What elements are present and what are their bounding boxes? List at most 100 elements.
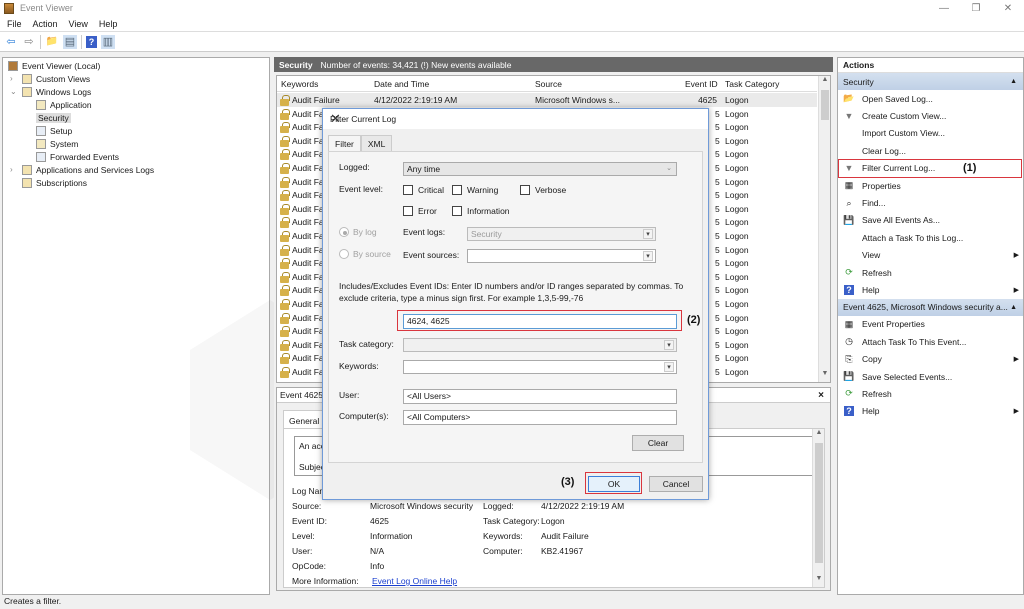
cell-event-id: 5 <box>715 285 720 296</box>
action-event-properties[interactable]: ▦ Event Properties <box>838 316 1023 333</box>
collapse-arrow-icon[interactable]: ▲ <box>1010 304 1017 311</box>
column-keywords[interactable]: Keywords <box>281 79 318 89</box>
tree-root-event-viewer[interactable]: Event Viewer (Local) <box>8 59 100 72</box>
action-help[interactable]: ? Help ▶ <box>838 281 1023 298</box>
tree-item-setup[interactable]: Setup <box>36 124 72 137</box>
tab-general[interactable]: General <box>283 410 323 428</box>
action-save-selected-events[interactable]: 💾 Save Selected Events... <box>838 368 1023 385</box>
menu-action[interactable]: Action <box>33 19 58 29</box>
action-attach-task-to-this-event[interactable]: ◷ Attach Task To This Event... <box>838 333 1023 350</box>
scroll-down-icon[interactable]: ▼ <box>819 370 830 382</box>
error-checkbox[interactable]: Error <box>403 206 437 216</box>
action-refresh[interactable]: ⟳ Refresh <box>838 264 1023 281</box>
scroll-thumb[interactable] <box>821 90 829 120</box>
radio-button[interactable] <box>339 227 349 237</box>
menu-view[interactable]: View <box>69 19 88 29</box>
critical-checkbox[interactable]: Critical <box>403 185 444 195</box>
annotation-highlight-event-ids <box>397 310 682 331</box>
tree-item-security[interactable]: Security <box>36 111 71 124</box>
information-checkbox[interactable]: Information <box>452 206 510 216</box>
table-row[interactable]: Audit Failure 4/12/2022 2:19:19 AM Microso… <box>277 93 817 107</box>
cell-task-category: Logon <box>725 285 749 296</box>
cancel-button[interactable]: Cancel <box>649 476 703 492</box>
checkbox-box[interactable] <box>452 185 462 195</box>
back-icon[interactable]: ⇦ <box>4 35 18 49</box>
grid-scrollbar[interactable]: ▲ ▼ <box>818 76 830 382</box>
action-help[interactable]: ? Help ▶ <box>838 403 1023 420</box>
tree-item-application[interactable]: Application <box>36 98 92 111</box>
collapse-arrow-icon[interactable]: ▲ <box>1010 78 1017 85</box>
checkbox-box[interactable] <box>520 185 530 195</box>
up-folder-icon[interactable]: 📁 <box>45 35 59 49</box>
close-button[interactable]: ✕ <box>992 0 1024 16</box>
action-label: Properties <box>862 180 901 191</box>
clear-button[interactable]: Clear <box>632 435 684 451</box>
column-source[interactable]: Source <box>535 79 562 89</box>
audit-lock-icon <box>280 135 290 147</box>
expand-chevron-icon[interactable]: › <box>10 165 13 174</box>
close-detail-icon[interactable]: × <box>818 390 824 401</box>
tree-item-system[interactable]: System <box>36 137 78 150</box>
action-open-saved-log[interactable]: 📂 Open Saved Log... <box>838 90 1023 107</box>
by-source-radio[interactable]: By source <box>339 249 391 259</box>
event-sources-dropdown[interactable]: ▾ <box>467 249 656 263</box>
logged-dropdown[interactable]: Any time ⌄ <box>403 162 677 176</box>
column-event-id[interactable]: Event ID <box>685 79 718 89</box>
actions-section-security[interactable]: Security ▲ <box>838 73 1023 90</box>
tab-filter[interactable]: Filter <box>328 135 361 151</box>
task-category-dropdown[interactable]: ▾ <box>403 338 677 352</box>
collapse-chevron-icon[interactable]: ⌄ <box>10 87 17 96</box>
forward-icon[interactable]: ⇨ <box>22 35 36 49</box>
action-properties[interactable]: ▦ Properties <box>838 177 1023 194</box>
action-import-custom-view[interactable]: Import Custom View... <box>838 125 1023 142</box>
checkbox-box[interactable] <box>403 185 413 195</box>
tree-item-applications-services-logs[interactable]: › Applications and Services Logs <box>10 163 154 176</box>
audit-lock-icon <box>280 244 290 256</box>
minimize-button[interactable]: — <box>928 0 960 16</box>
dialog-close-icon[interactable]: ✕ <box>330 111 702 127</box>
menu-help[interactable]: Help <box>99 19 118 29</box>
tab-xml[interactable]: XML <box>360 135 393 151</box>
action-find[interactable]: ⌕ Find... <box>838 194 1023 211</box>
action-label: Attach a Task To this Log... <box>862 232 964 243</box>
radio-button[interactable] <box>339 249 349 259</box>
menu-file[interactable]: File <box>7 19 22 29</box>
action-refresh[interactable]: ⟳ Refresh <box>838 385 1023 402</box>
verbose-checkbox[interactable]: Verbose <box>520 185 566 195</box>
tree-item-subscriptions[interactable]: Subscriptions <box>22 176 87 189</box>
security-actions-list: 📂 Open Saved Log... ▼ Create Custom View...… <box>838 90 1023 299</box>
scroll-up-icon[interactable]: ▲ <box>813 429 825 441</box>
actions-section-event[interactable]: Event 4625, Microsoft Windows security a… <box>838 298 1023 316</box>
checkbox-box[interactable] <box>452 206 462 216</box>
checkbox-box[interactable] <box>403 206 413 216</box>
restore-button[interactable]: ❐ <box>960 0 992 16</box>
help-icon[interactable]: ? <box>86 35 97 48</box>
tree-item-forwarded-events[interactable]: Forwarded Events <box>36 150 119 163</box>
tree-item-windows-logs[interactable]: ⌄ Windows Logs <box>10 85 91 98</box>
warning-checkbox[interactable]: Warning <box>452 185 498 195</box>
action-create-custom-view[interactable]: ▼ Create Custom View... <box>838 107 1023 124</box>
action-copy[interactable]: ⎘ Copy ▶ <box>838 350 1023 367</box>
action-view[interactable]: View ▶ <box>838 247 1023 264</box>
show-hide-action-pane-icon[interactable]: ▥ <box>101 34 115 49</box>
tree-item-custom-views[interactable]: › Custom Views <box>10 72 90 85</box>
user-value: <All Users> <box>407 391 451 401</box>
expand-chevron-icon[interactable]: › <box>10 74 13 83</box>
computers-input[interactable]: <All Computers> <box>403 410 677 425</box>
event-logs-dropdown[interactable]: Security ▾ <box>467 227 656 241</box>
column-date-time[interactable]: Date and Time <box>374 79 429 89</box>
scroll-down-icon[interactable]: ▼ <box>813 575 825 587</box>
scroll-thumb[interactable] <box>815 443 823 563</box>
event-log-online-help-link[interactable]: Event Log Online Help <box>372 576 457 586</box>
by-log-radio[interactable]: By log <box>339 227 377 237</box>
column-task-category[interactable]: Task Category <box>725 79 779 89</box>
action-clear-log[interactable]: Clear Log... <box>838 142 1023 159</box>
actions-pane: Actions Security ▲ 📂 Open Saved Log... ▼ Cr… <box>837 57 1024 595</box>
user-input[interactable]: <All Users> <box>403 389 677 404</box>
keywords-dropdown[interactable]: ▾ <box>403 360 677 374</box>
scroll-up-icon[interactable]: ▲ <box>819 76 830 88</box>
action-save-all-events-as[interactable]: 💾 Save All Events As... <box>838 212 1023 229</box>
detail-scrollbar[interactable]: ▲ ▼ <box>812 429 824 587</box>
show-hide-tree-icon[interactable]: ▤ <box>63 34 77 49</box>
action-attach-a-task-to-this-log[interactable]: Attach a Task To this Log... <box>838 229 1023 246</box>
